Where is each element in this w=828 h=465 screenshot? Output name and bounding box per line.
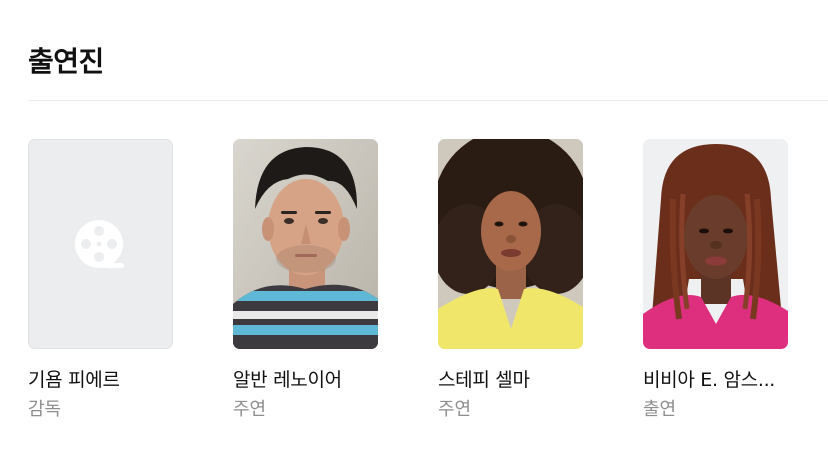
cast-role: 주연: [233, 399, 267, 420]
actor-portrait-image: [643, 139, 788, 349]
actor-portrait-image: [233, 139, 378, 349]
cast-photo: [438, 139, 583, 349]
cast-role: 감독: [28, 399, 62, 420]
cast-card-director[interactable]: 기욤 피에르 감독: [28, 139, 208, 429]
cast-section: 출연진 기욤 피에르 감독 알반 레노이어 주연 스테피 셀마 주연 비비아 E…: [0, 0, 828, 465]
film-reel-icon: [75, 220, 124, 268]
cast-role: 출연: [643, 399, 677, 420]
cast-photo-placeholder: [28, 139, 173, 349]
cast-name: 알반 레노이어: [233, 369, 342, 391]
cast-photo: [643, 139, 788, 349]
actor-portrait-image: [438, 139, 583, 349]
cast-name: 비비아 E. 암스...: [643, 369, 776, 391]
cast-photo: [233, 139, 378, 349]
cast-card-actor-3[interactable]: 스테피 셀마 주연: [438, 139, 618, 429]
cast-card-actor-2[interactable]: 알반 레노이어 주연: [233, 139, 413, 429]
cast-card-actor-4[interactable]: 비비아 E. 암스... 출연: [643, 139, 823, 429]
cast-name: 기욤 피에르: [28, 369, 120, 391]
cast-role: 주연: [438, 399, 472, 420]
cast-list: 기욤 피에르 감독 알반 레노이어 주연 스테피 셀마 주연 비비아 E. 암스…: [0, 0, 828, 465]
cast-name: 스테피 셀마: [438, 369, 530, 391]
